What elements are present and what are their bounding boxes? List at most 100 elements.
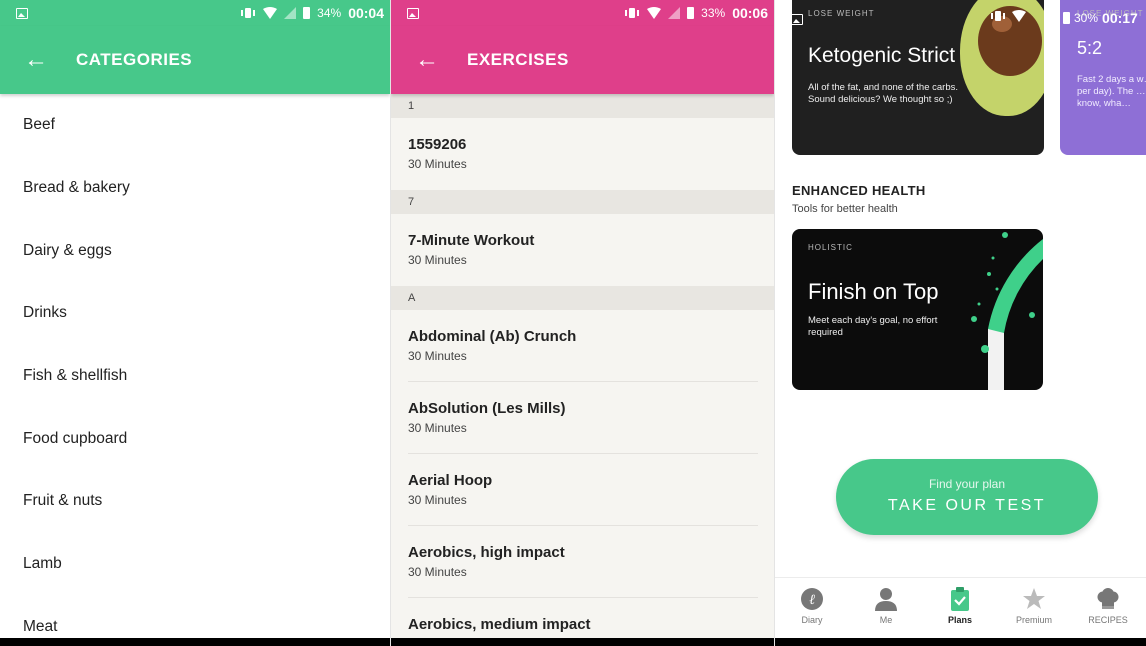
cta-label: TAKE OUR TEST: [887, 497, 1047, 514]
exercise-name: Abdominal (Ab) Crunch: [408, 328, 577, 345]
exercise-duration: 30 Minutes: [408, 493, 467, 507]
category-item[interactable]: Bread & bakery: [0, 157, 390, 220]
nav-item-me[interactable]: Me: [849, 578, 923, 638]
nav-label: Diary: [801, 615, 823, 625]
image-notification-icon: [791, 14, 803, 25]
exercise-item[interactable]: Aerial Hoop 30 Minutes: [408, 454, 758, 526]
chef-hat-icon: [1097, 588, 1119, 609]
exercise-duration: 30 Minutes: [408, 253, 467, 267]
exercise-duration: 30 Minutes: [408, 421, 467, 435]
clock: 00:04: [348, 5, 384, 21]
wifi-icon: [1012, 10, 1026, 22]
plans-screen: LOSE WEIGHT Ketogenic Strict All of the …: [775, 0, 1146, 646]
arrow-left-icon[interactable]: ←: [391, 48, 463, 72]
battery-percent: 33%: [701, 6, 726, 20]
clock: 00:17: [1102, 10, 1138, 26]
status-bar: 33% 00:06: [391, 0, 774, 26]
system-nav-bar: [0, 638, 390, 646]
no-signal-icon: [668, 7, 681, 19]
category-item[interactable]: Food cupboard: [0, 407, 390, 470]
vibrate-icon: [625, 8, 640, 18]
nav-item-plans[interactable]: Plans: [923, 578, 997, 638]
exercise-name: Aerobics, high impact: [408, 544, 565, 561]
status-bar: 30% 00:17: [775, 0, 1146, 26]
status-bar: 34% 00:04: [0, 0, 390, 26]
card-kicker: HOLISTIC: [808, 243, 853, 252]
card-title: 5:2: [1077, 38, 1103, 58]
person-icon: [875, 588, 897, 611]
no-signal-icon: [284, 7, 297, 19]
nav-label: Premium: [1015, 615, 1052, 625]
battery-icon: [1063, 12, 1070, 24]
clipboard-check-icon: [951, 587, 969, 611]
arrow-left-icon[interactable]: ←: [0, 48, 72, 72]
exercises-screen: 33% 00:06 ← EXERCISES 1 1559206 30 Minut…: [391, 0, 774, 646]
battery-percent: 30%: [1074, 11, 1099, 25]
page-title: CATEGORIES: [76, 50, 193, 69]
take-test-button[interactable]: Find your plan TAKE OUR TEST: [836, 459, 1098, 535]
star-icon: [1023, 588, 1045, 609]
nav-label: Me: [879, 615, 893, 625]
category-item[interactable]: Lamb: [0, 533, 390, 596]
holistic-plan-card[interactable]: HOLISTIC Finish on Top Meet each day's g…: [792, 229, 1043, 390]
wifi-icon: [263, 7, 278, 19]
exercise-duration: 30 Minutes: [408, 565, 467, 579]
section-header: 7: [391, 190, 774, 214]
system-nav-bar: [391, 638, 774, 646]
card-title: Finish on Top: [808, 279, 939, 304]
category-item[interactable]: Drinks: [0, 282, 390, 345]
exercise-name: AbSolution (Les Mills): [408, 400, 566, 417]
vibrate-icon: [241, 8, 256, 18]
diary-icon: ℓ: [801, 588, 823, 610]
category-list: Beef Bread & bakery Dairy & eggs Drinks …: [0, 94, 390, 638]
card-description: Fast 2 days a w… per day). The … you kno…: [1077, 74, 1146, 109]
clock: 00:06: [732, 5, 768, 21]
category-item[interactable]: Fish & shellfish: [0, 345, 390, 408]
exercise-item[interactable]: Aerobics, medium impact: [408, 598, 758, 638]
image-notification-icon: [407, 7, 419, 19]
app-bar: ← CATEGORIES: [0, 26, 390, 94]
exercise-name: 7-Minute Workout: [408, 232, 535, 249]
nav-label: RECIPES: [1088, 615, 1128, 625]
section-title: ENHANCED HEALTH: [792, 183, 926, 198]
nav-item-diary[interactable]: ℓ Diary: [775, 578, 849, 638]
category-item[interactable]: Beef: [0, 94, 390, 157]
exercise-duration: 30 Minutes: [408, 157, 467, 171]
nav-item-premium[interactable]: Premium: [997, 578, 1071, 638]
exercise-list: 1 1559206 30 Minutes 7 7-Minute Workout …: [391, 94, 774, 638]
card-title: Ketogenic Strict: [808, 44, 956, 67]
system-nav-bar: [775, 638, 1146, 646]
image-notification-icon: [16, 7, 28, 19]
exercise-item[interactable]: Abdominal (Ab) Crunch 30 Minutes: [408, 310, 758, 382]
svg-text:ℓ: ℓ: [809, 592, 815, 608]
battery-percent: 34%: [317, 6, 342, 20]
exercise-item[interactable]: AbSolution (Les Mills) 30 Minutes: [408, 382, 758, 454]
section-subtitle: Tools for better health: [792, 203, 898, 215]
section-header: 1: [391, 94, 774, 118]
bottom-navigation: ℓ Diary Me Plans Premium RECIPES: [775, 577, 1146, 638]
battery-icon: [303, 7, 311, 19]
categories-screen: 34% 00:04 ← CATEGORIES Beef Bread & bake…: [0, 0, 390, 646]
exercise-item[interactable]: 1559206 30 Minutes: [408, 118, 758, 190]
category-item[interactable]: Dairy & eggs: [0, 219, 390, 282]
nav-item-recipes[interactable]: RECIPES: [1071, 578, 1145, 638]
app-screenshots: 34% 00:04 ← CATEGORIES Beef Bread & bake…: [0, 0, 1146, 646]
battery-icon: [687, 7, 695, 19]
progress-ring-art: [971, 232, 1043, 390]
cta-subtitle: Find your plan: [928, 477, 1006, 491]
exercise-name: Aerobics, medium impact: [408, 616, 591, 633]
exercise-duration: 30 Minutes: [408, 349, 467, 363]
section-header: A: [391, 286, 774, 310]
page-title: EXERCISES: [467, 50, 569, 69]
exercise-item[interactable]: 7-Minute Workout 30 Minutes: [408, 214, 758, 286]
app-bar: ← EXERCISES: [391, 26, 774, 94]
card-description: All of the fat, and none of the carbs. S…: [808, 82, 958, 105]
exercise-name: Aerial Hoop: [408, 472, 493, 489]
exercise-item[interactable]: Aerobics, high impact 30 Minutes: [408, 526, 758, 598]
category-item[interactable]: Fruit & nuts: [0, 470, 390, 533]
vibrate-icon: [991, 11, 1005, 21]
card-description: Meet each day's goal, no effort required: [808, 315, 938, 338]
nav-label: Plans: [947, 615, 972, 625]
exercise-name: 1559206: [408, 136, 467, 153]
wifi-icon: [647, 7, 662, 19]
